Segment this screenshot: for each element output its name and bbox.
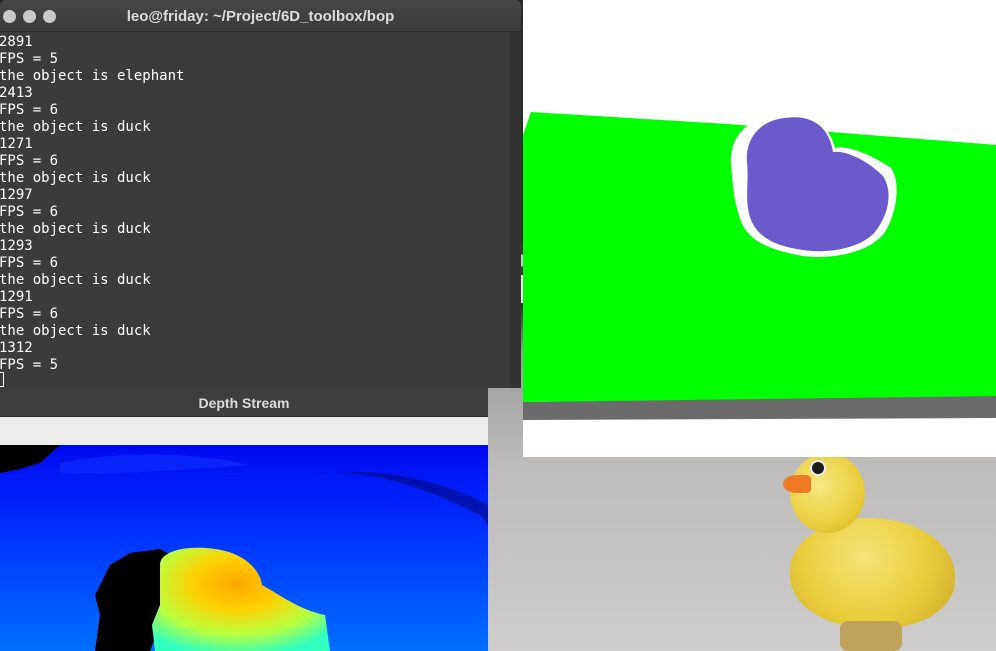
terminal-line: 1312	[0, 340, 33, 356]
terminal-line: the object is duck	[0, 323, 151, 339]
terminal-line: FPS = 6	[0, 204, 59, 220]
terminal-line: 2413	[0, 85, 33, 101]
terminal-titlebar[interactable]: leo@friday: ~/Project/6D_toolbox/bop	[0, 0, 521, 32]
terminal-line: the object is duck	[0, 272, 151, 288]
duck-head	[790, 453, 865, 533]
terminal-line: 1293	[0, 238, 33, 254]
depth-stream-window[interactable]: Depth Stream	[0, 388, 488, 651]
terminal-line: 1297	[0, 187, 33, 203]
depth-map	[0, 445, 488, 651]
terminal-line: FPS = 6	[0, 102, 59, 118]
terminal-line: FPS = 6	[0, 255, 59, 271]
terminal-line: the object is duck	[0, 221, 151, 237]
terminal-line: the object is duck	[0, 119, 151, 135]
duck-base	[840, 621, 902, 651]
depth-stream-toolbar	[0, 417, 488, 445]
terminal-line: 1291	[0, 289, 33, 305]
terminal-window[interactable]: leo@friday: ~/Project/6D_toolbox/bop 289…	[0, 0, 521, 388]
depth-stream-titlebar[interactable]: Depth Stream	[0, 388, 488, 417]
terminal-line: FPS = 5	[0, 357, 59, 373]
terminal-output[interactable]: 2891 FPS = 5 the object is elephant 2413…	[0, 32, 510, 388]
duck-eye	[810, 460, 826, 476]
terminal-line: the object is elephant	[0, 68, 185, 84]
terminal-cursor	[0, 372, 4, 387]
duck-body	[790, 518, 955, 628]
terminal-line: 1271	[0, 136, 33, 152]
terminal-line: FPS = 6	[0, 306, 59, 322]
segmentation-window[interactable]	[523, 0, 996, 457]
terminal-line: the object is duck	[0, 170, 151, 186]
terminal-line: 2891	[0, 34, 33, 50]
depth-stream-title: Depth Stream	[198, 395, 290, 411]
depth-image	[0, 445, 488, 651]
segmentation-mask	[523, 112, 996, 420]
terminal-line: FPS = 6	[0, 153, 59, 169]
duck-beak	[783, 475, 811, 493]
terminal-line: FPS = 5	[0, 51, 59, 67]
terminal-scrollbar[interactable]	[510, 32, 521, 388]
terminal-title: leo@friday: ~/Project/6D_toolbox/bop	[126, 8, 395, 25]
